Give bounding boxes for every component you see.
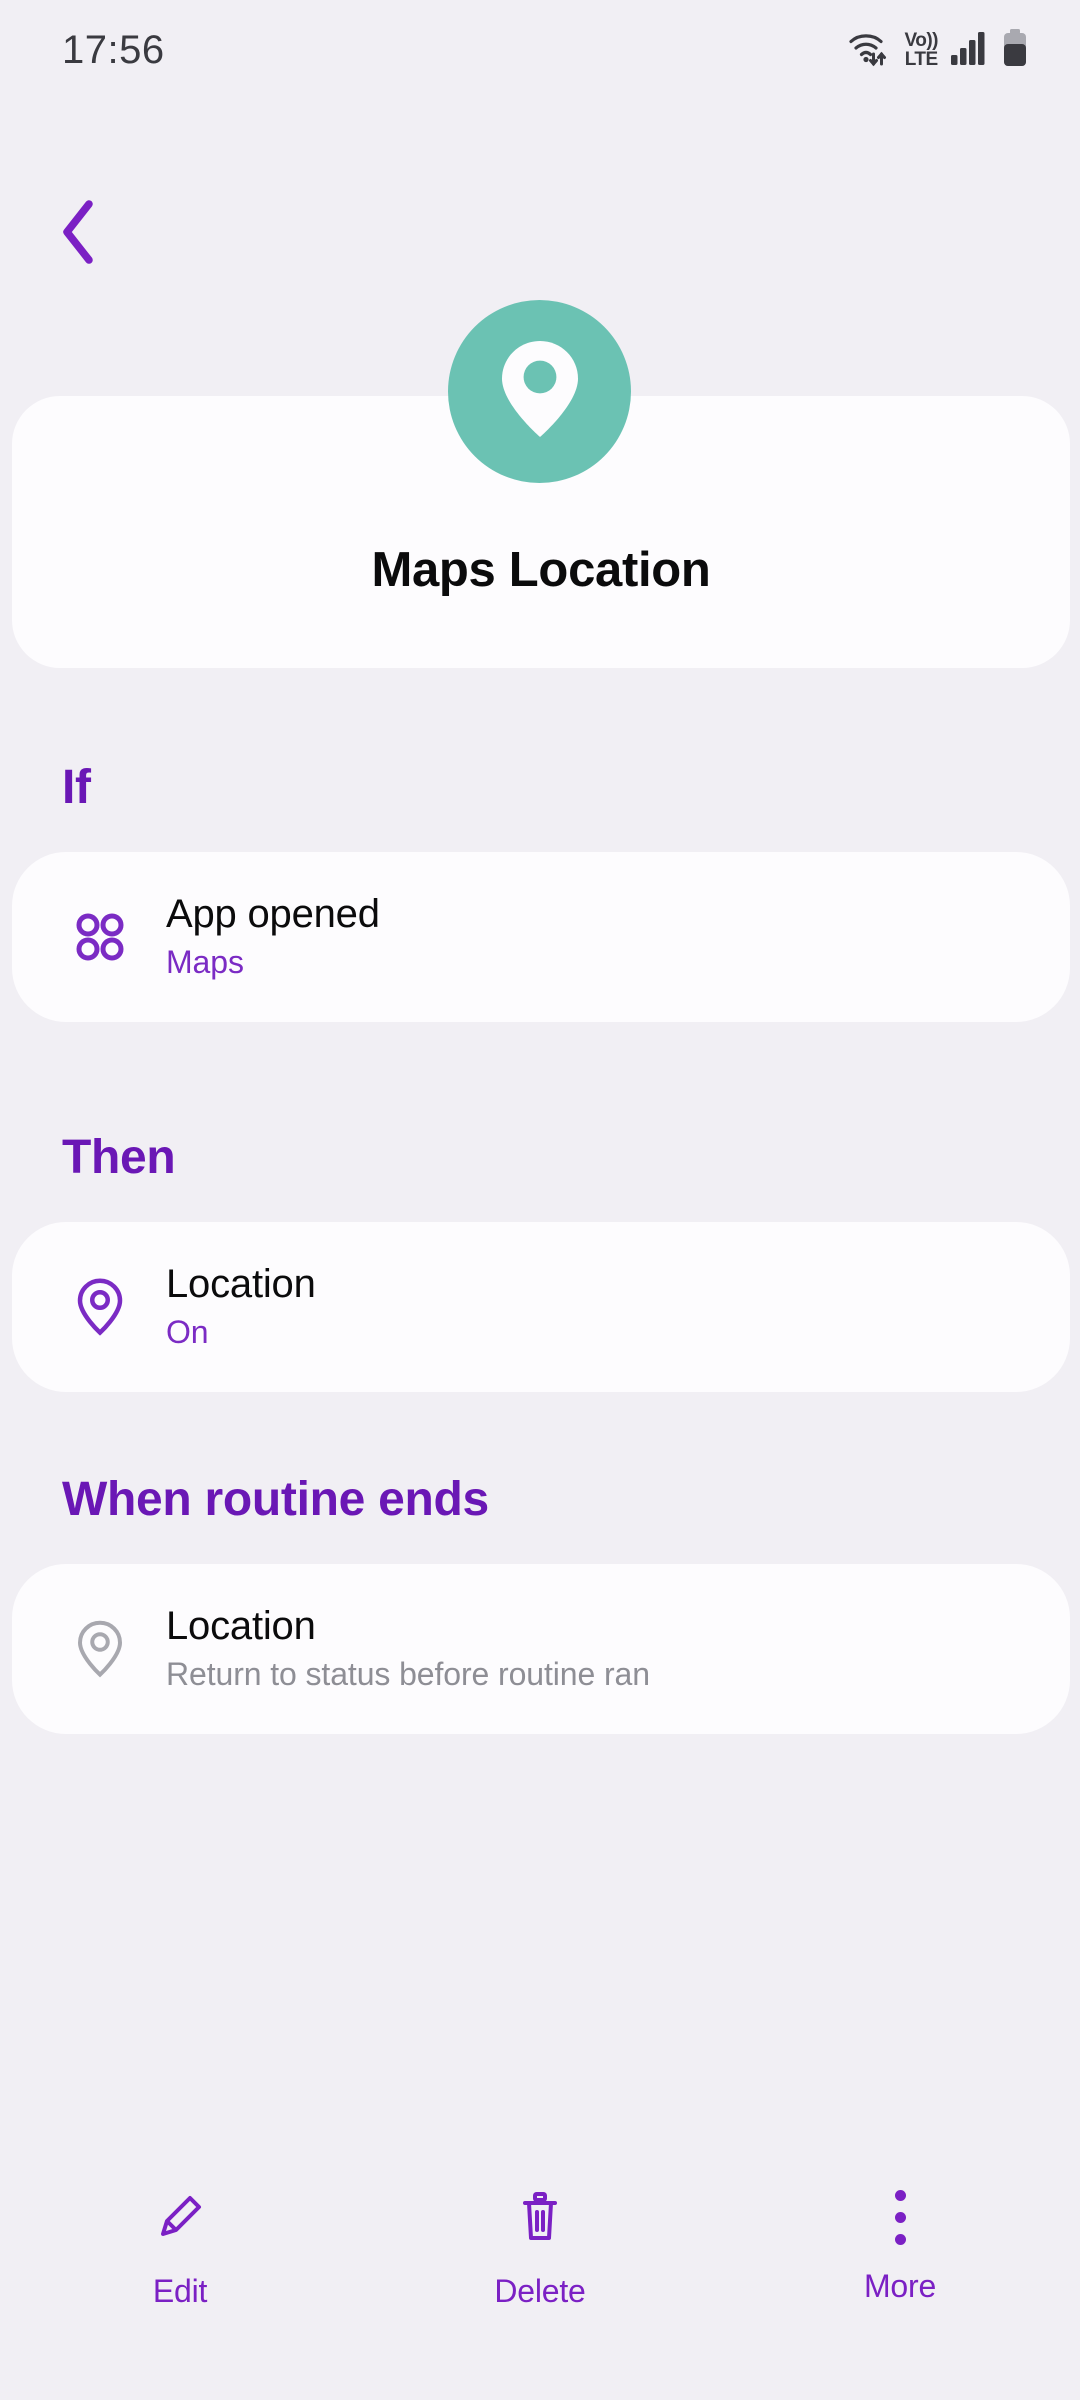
row-text-block: Location Return to status before routine… xyxy=(166,1601,650,1696)
signal-bars-icon xyxy=(950,30,990,71)
row-location-then[interactable]: Location On xyxy=(12,1222,1070,1392)
back-button[interactable] xyxy=(22,176,138,292)
section-heading-when-routine-ends: When routine ends xyxy=(62,1473,489,1526)
location-pin-outline-icon xyxy=(50,1277,150,1337)
section-heading-if: If xyxy=(62,761,91,814)
data-transfer-icon xyxy=(869,51,887,66)
dot xyxy=(894,2233,906,2245)
location-pin-icon xyxy=(495,337,585,446)
row-text-block: Location On xyxy=(166,1259,316,1354)
more-label: More xyxy=(863,2268,937,2304)
row-subtitle: On xyxy=(166,1314,209,1351)
trash-icon xyxy=(511,2188,569,2251)
volte-icon: Vo)) LTE xyxy=(904,31,938,69)
pencil-icon xyxy=(151,2188,209,2251)
edit-label: Edit xyxy=(152,2273,208,2309)
chevron-left-icon xyxy=(58,199,102,270)
status-bar: 17:56 Vo)) LTE xyxy=(0,0,1080,100)
volte-top-label: Vo)) xyxy=(904,30,938,51)
delete-label: Delete xyxy=(494,2273,586,2309)
apps-grid-icon xyxy=(50,909,150,965)
row-title: App opened xyxy=(166,892,380,937)
volte-bottom-label: LTE xyxy=(904,49,938,70)
row-title: Location xyxy=(166,1262,316,1307)
row-subtitle: Return to status before routine ran xyxy=(166,1656,650,1693)
delete-button[interactable]: Delete xyxy=(360,2188,720,2310)
bottom-toolbar: Edit Delete More xyxy=(0,2170,1080,2400)
more-vertical-icon xyxy=(894,2188,906,2246)
row-title: Location xyxy=(166,1604,316,1649)
dot xyxy=(894,2211,906,2223)
page-title: Maps Location xyxy=(371,543,711,597)
row-location-routine-end[interactable]: Location Return to status before routine… xyxy=(12,1564,1070,1734)
status-time: 17:56 xyxy=(62,27,165,72)
battery-icon xyxy=(1002,28,1028,72)
location-pin-outline-icon xyxy=(50,1619,150,1679)
row-app-opened[interactable]: App opened Maps xyxy=(12,852,1070,1022)
dot xyxy=(894,2189,906,2201)
row-text-block: App opened Maps xyxy=(166,889,380,984)
screen-root: 17:56 Vo)) LTE Maps Location If App open… xyxy=(0,0,1080,2400)
row-subtitle: Maps xyxy=(166,944,244,981)
section-heading-then: Then xyxy=(62,1131,176,1184)
status-icon-group: Vo)) LTE xyxy=(848,28,1028,73)
edit-button[interactable]: Edit xyxy=(0,2188,360,2310)
wifi-icon xyxy=(848,28,892,73)
routine-avatar xyxy=(448,300,631,483)
more-button[interactable]: More xyxy=(720,2188,1080,2305)
